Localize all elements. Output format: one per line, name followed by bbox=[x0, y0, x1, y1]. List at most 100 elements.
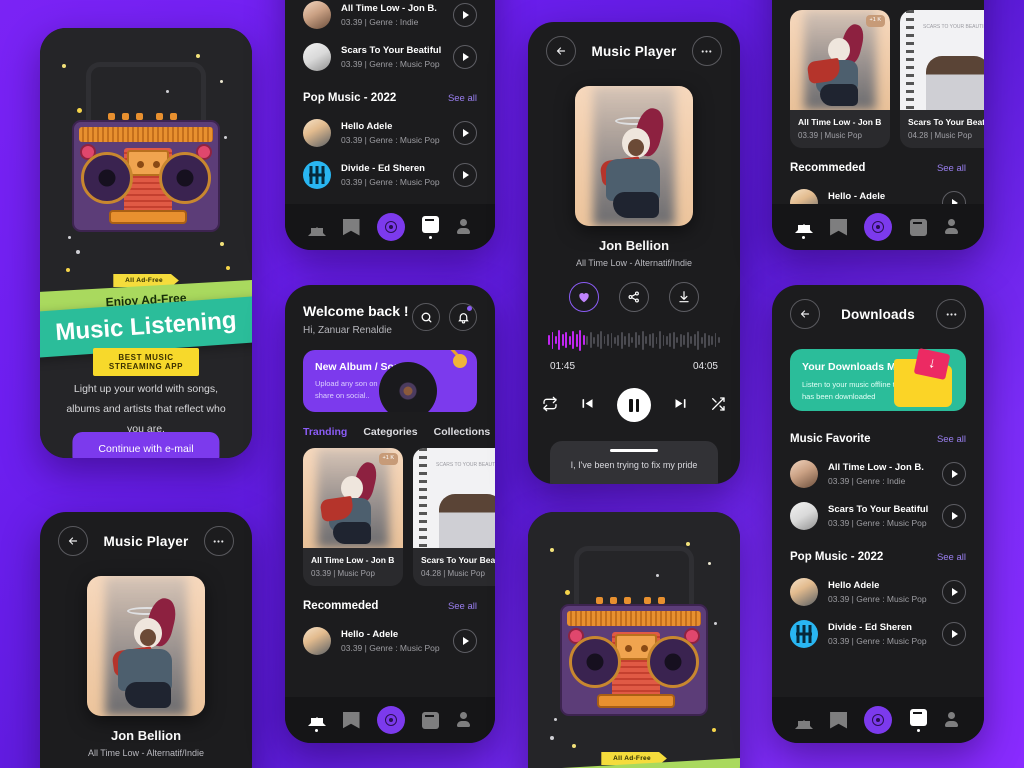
play-button[interactable] bbox=[453, 45, 477, 69]
pause-icon bbox=[629, 398, 633, 412]
search-icon bbox=[421, 312, 431, 322]
notification-button[interactable] bbox=[449, 303, 477, 331]
nav-item-add[interactable] bbox=[376, 706, 405, 734]
list-item[interactable]: Divide - Ed Sheren 03.39 | Genre : Music… bbox=[285, 154, 495, 196]
nav-item-home[interactable] bbox=[794, 712, 813, 729]
welcome-header: Welcome back ! Hi, Zanuar Renaldie bbox=[285, 285, 495, 336]
share-button[interactable] bbox=[619, 282, 649, 312]
track-title: Hello - Adele bbox=[828, 191, 886, 202]
play-button[interactable] bbox=[942, 462, 966, 486]
nav-item-playlist[interactable] bbox=[909, 708, 927, 732]
previous-button[interactable] bbox=[580, 396, 595, 414]
pause-button[interactable] bbox=[617, 388, 651, 422]
album-cover bbox=[87, 576, 205, 716]
list-item[interactable]: Scars To Your Beatiful 03.39 | Genre : M… bbox=[285, 36, 495, 78]
album-card[interactable]: SCARS TO YOUR BEAUTIFUL Scars To Your Be… bbox=[413, 448, 495, 586]
nav-item-saved[interactable] bbox=[342, 218, 360, 236]
shuffle-button[interactable] bbox=[710, 396, 726, 415]
section-title: Recommeded bbox=[303, 600, 379, 612]
continue-with-email-button[interactable]: Continue with e-mail bbox=[72, 432, 220, 458]
play-button[interactable] bbox=[453, 121, 477, 145]
list-item[interactable]: Divide - Ed Sheren 03.39 | Genre : Music… bbox=[772, 613, 984, 655]
list-item[interactable]: Hello - Adele 03.39 | Genre : Music Pop bbox=[285, 620, 495, 662]
section-title: Music Favorite bbox=[790, 433, 871, 445]
nav-item-profile[interactable] bbox=[944, 711, 961, 729]
nav-item-home[interactable] bbox=[307, 219, 326, 236]
nav-item-add[interactable] bbox=[376, 213, 405, 241]
see-all-link[interactable]: See all bbox=[448, 93, 477, 104]
download-button[interactable] bbox=[669, 282, 699, 312]
see-all-link[interactable]: See all bbox=[937, 434, 966, 445]
list-item[interactable]: Scars To Your Beatiful 03.39 | Genre : M… bbox=[772, 495, 984, 537]
list-item[interactable]: All Time Low - Jon B. 03.39 | Genre : In… bbox=[285, 0, 495, 36]
play-button[interactable] bbox=[942, 504, 966, 528]
boombox-illustration bbox=[560, 546, 708, 716]
tab-categories[interactable]: Categories bbox=[363, 426, 417, 438]
play-button[interactable] bbox=[453, 629, 477, 653]
list-item[interactable]: Hello Adele 03.39 | Genre : Music Pop bbox=[772, 571, 984, 613]
skip-previous-icon bbox=[582, 399, 593, 408]
lyric-line: I, I've been trying to fix my pride bbox=[570, 460, 698, 470]
more-options-button[interactable] bbox=[203, 526, 234, 556]
list-item[interactable]: All Time Low - Jon B. 03.39 | Genre : In… bbox=[772, 453, 984, 495]
nav-item-playlist[interactable] bbox=[909, 218, 927, 236]
see-all-link[interactable]: See all bbox=[448, 601, 477, 612]
artist-name: Jon Bellion bbox=[110, 728, 182, 743]
album-card[interactable]: SCARS TO YOUR BEAUTIFUL Scars To Your Be… bbox=[900, 10, 984, 148]
turntable-arm-icon bbox=[425, 350, 469, 400]
notebook-caption: SCARS TO YOUR BEAUTIFUL bbox=[922, 24, 984, 30]
play-button[interactable] bbox=[453, 163, 477, 187]
more-options-icon bbox=[702, 49, 712, 53]
nav-item-home[interactable] bbox=[794, 216, 813, 239]
downloads-banner[interactable]: Your Downloads Music Listen to your musi… bbox=[790, 347, 966, 411]
list-item[interactable]: Hello Adele 03.39 | Genre : Music Pop bbox=[285, 112, 495, 154]
see-all-link[interactable]: See all bbox=[937, 552, 966, 563]
nav-item-home[interactable] bbox=[307, 709, 326, 732]
see-all-link[interactable]: See all bbox=[937, 163, 966, 174]
tab-collections[interactable]: Collections bbox=[434, 426, 491, 438]
album-title: Scars To Your Beat bbox=[421, 555, 495, 565]
notebook-caption: SCARS TO YOUR BEAUTIFUL bbox=[435, 462, 495, 468]
screen-music-player-main: Music Player Jon Bellion All Time Low - … bbox=[528, 22, 740, 484]
search-button[interactable] bbox=[412, 303, 440, 331]
audio-waveform[interactable] bbox=[528, 328, 740, 352]
promo-banner[interactable]: New Album / Song Upload any son on cloud… bbox=[303, 350, 477, 412]
page-title: Downloads bbox=[841, 306, 915, 322]
nav-item-saved[interactable] bbox=[342, 711, 360, 729]
play-count-badge: +1 K bbox=[865, 15, 885, 27]
play-button[interactable] bbox=[942, 580, 966, 604]
track-title: Divide - Ed Sheren bbox=[828, 622, 912, 633]
nav-item-playlist[interactable] bbox=[421, 711, 439, 729]
section-title: Pop Music - 2022 bbox=[790, 551, 884, 563]
nav-item-saved[interactable] bbox=[830, 218, 848, 236]
nav-item-add[interactable] bbox=[864, 706, 893, 734]
play-button[interactable] bbox=[942, 622, 966, 646]
play-button[interactable] bbox=[453, 3, 477, 27]
back-button[interactable] bbox=[58, 526, 88, 556]
lyrics-sheet[interactable]: I, I've been trying to fix my pride bbox=[550, 441, 718, 484]
nav-item-profile[interactable] bbox=[944, 218, 961, 236]
onboarding-illustration bbox=[528, 512, 740, 762]
more-options-button[interactable] bbox=[691, 36, 722, 66]
nav-item-add[interactable] bbox=[864, 213, 893, 241]
back-button[interactable] bbox=[546, 36, 576, 66]
bottom-navigation bbox=[772, 697, 984, 743]
album-cover bbox=[575, 86, 693, 226]
like-button[interactable] bbox=[569, 282, 599, 312]
nav-item-profile[interactable] bbox=[456, 218, 473, 236]
nav-item-playlist[interactable] bbox=[421, 215, 439, 239]
album-card[interactable]: +1 K All Time Low - Jon B. 03.39 | Music… bbox=[303, 448, 403, 586]
repeat-button[interactable] bbox=[542, 396, 558, 415]
onboarding-body: All Ad-Free Enjoy Ad-Free Music Listenin… bbox=[40, 28, 252, 458]
back-button[interactable] bbox=[790, 299, 820, 329]
drag-handle[interactable] bbox=[610, 449, 658, 452]
next-button[interactable] bbox=[673, 396, 688, 414]
track-meta: 03.39 | Genre : Music Pop bbox=[341, 643, 440, 653]
nav-item-saved[interactable] bbox=[830, 711, 848, 729]
track-title: Scars To Your Beatiful bbox=[341, 45, 442, 56]
page-title: Music Player bbox=[103, 533, 189, 549]
tab-tranding[interactable]: Tranding bbox=[303, 426, 347, 438]
more-options-button[interactable] bbox=[936, 299, 966, 329]
nav-item-profile[interactable] bbox=[456, 711, 473, 729]
album-card[interactable]: +1 K All Time Low - Jon B. 03.39 | Music… bbox=[790, 10, 890, 148]
